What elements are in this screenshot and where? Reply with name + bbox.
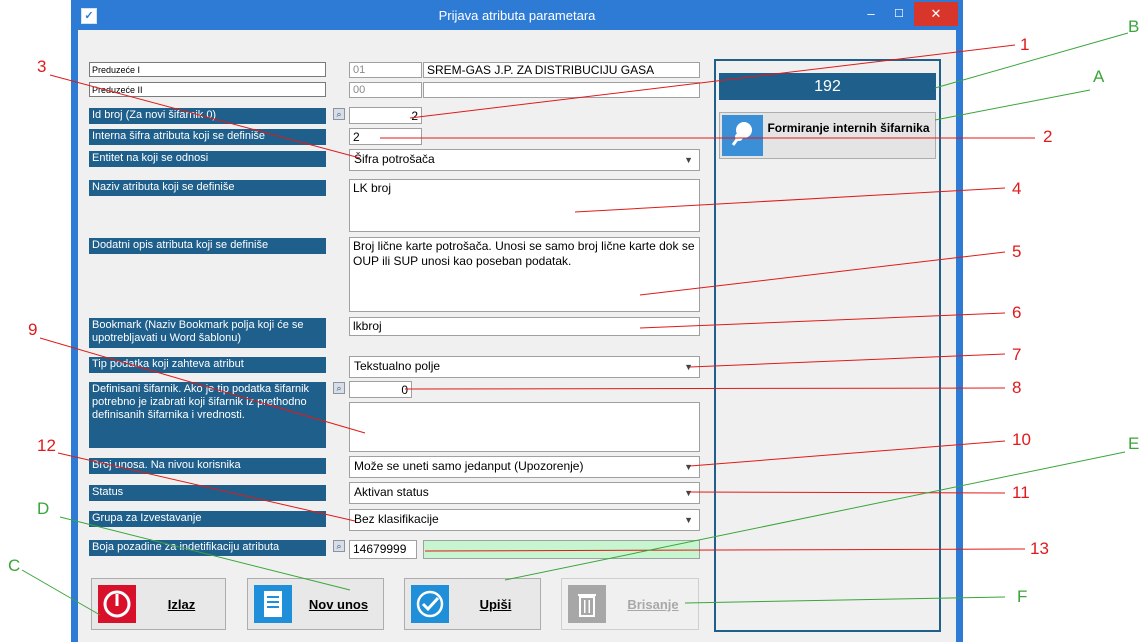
annotation-9: 9 — [28, 320, 38, 339]
annotation-F: F — [1017, 587, 1028, 606]
annotation-12: 12 — [37, 436, 56, 455]
annotation-5: 5 — [1012, 242, 1022, 261]
annotation-D: D — [37, 499, 50, 518]
leader-line-13 — [424, 548, 1026, 552]
annotation-1: 1 — [1020, 35, 1030, 54]
leader-line-5 — [639, 251, 1006, 296]
leader-line-1 — [409, 44, 1016, 119]
leader-line-6 — [639, 312, 1006, 329]
leader-line-11 — [689, 491, 1006, 494]
leader-line-4 — [574, 187, 1006, 213]
leader-line-E — [504, 451, 1126, 581]
leader-line-D — [59, 516, 351, 591]
leader-line-A — [934, 89, 1091, 121]
annotation-7: 7 — [1012, 345, 1022, 364]
annotation-B: B — [1128, 17, 1140, 36]
leader-line-10 — [689, 440, 1006, 467]
annotation-13: 13 — [1030, 539, 1049, 558]
annotation-C: C — [8, 556, 21, 575]
leader-line-12 — [57, 452, 356, 522]
annotation-3: 3 — [37, 57, 47, 76]
annotation-11: 11 — [1012, 483, 1030, 502]
leader-line-3 — [49, 74, 361, 159]
annotation-8: 8 — [1012, 378, 1022, 397]
annotation-4: 4 — [1012, 179, 1022, 198]
leader-line-9 — [39, 337, 366, 434]
annotation-lines — [21, 32, 1129, 616]
leader-line-7 — [689, 353, 1006, 368]
annotation-6: 6 — [1012, 303, 1022, 322]
leader-line-F — [684, 596, 1006, 604]
annotation-10: 10 — [1012, 430, 1031, 449]
annotation-E: E — [1128, 434, 1140, 453]
annotation-2: 2 — [1043, 127, 1053, 146]
leader-line-8 — [404, 387, 1006, 390]
leader-line-C — [21, 569, 101, 616]
annotation-A: A — [1093, 67, 1105, 86]
